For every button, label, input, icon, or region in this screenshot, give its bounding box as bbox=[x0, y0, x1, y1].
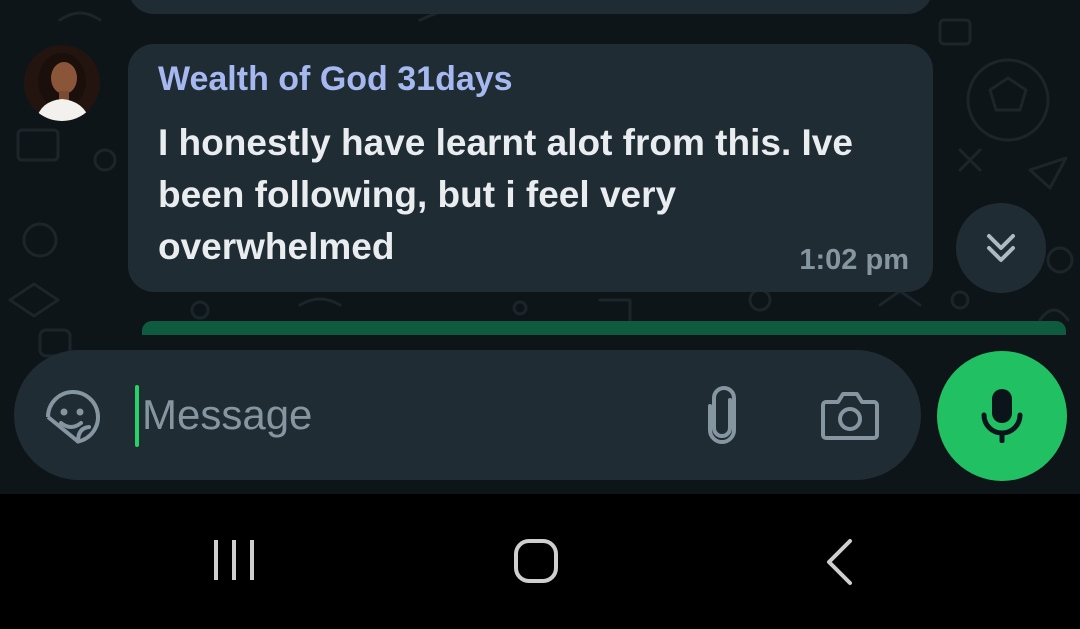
sticker-smiley-icon[interactable] bbox=[44, 388, 102, 446]
message-input[interactable] bbox=[142, 380, 662, 450]
paperclip-icon[interactable] bbox=[700, 386, 744, 444]
message-composer[interactable] bbox=[14, 350, 921, 480]
voice-message-button[interactable] bbox=[937, 351, 1067, 481]
microphone-icon bbox=[981, 389, 1023, 443]
message-bubble[interactable]: Wealth of God 31days I honestly have lea… bbox=[128, 44, 933, 292]
message-text: I honestly have learnt alot from this. I… bbox=[158, 122, 853, 267]
previous-message-bubble bbox=[128, 0, 933, 14]
text-cursor bbox=[135, 385, 139, 447]
back-icon[interactable] bbox=[824, 538, 856, 586]
home-icon[interactable] bbox=[513, 538, 559, 584]
recent-apps-icon[interactable] bbox=[212, 538, 256, 582]
camera-icon[interactable] bbox=[820, 388, 880, 442]
chat-area[interactable]: Wealth of God 31days I honestly have lea… bbox=[0, 0, 1080, 494]
message-timestamp: 1:02 pm bbox=[799, 244, 909, 276]
reply-preview-edge bbox=[142, 321, 1066, 335]
scroll-to-bottom-button[interactable] bbox=[956, 203, 1046, 293]
sender-avatar[interactable] bbox=[24, 45, 100, 121]
double-chevron-down-icon bbox=[987, 234, 1015, 262]
sender-name[interactable]: Wealth of God 31days bbox=[158, 60, 513, 99]
